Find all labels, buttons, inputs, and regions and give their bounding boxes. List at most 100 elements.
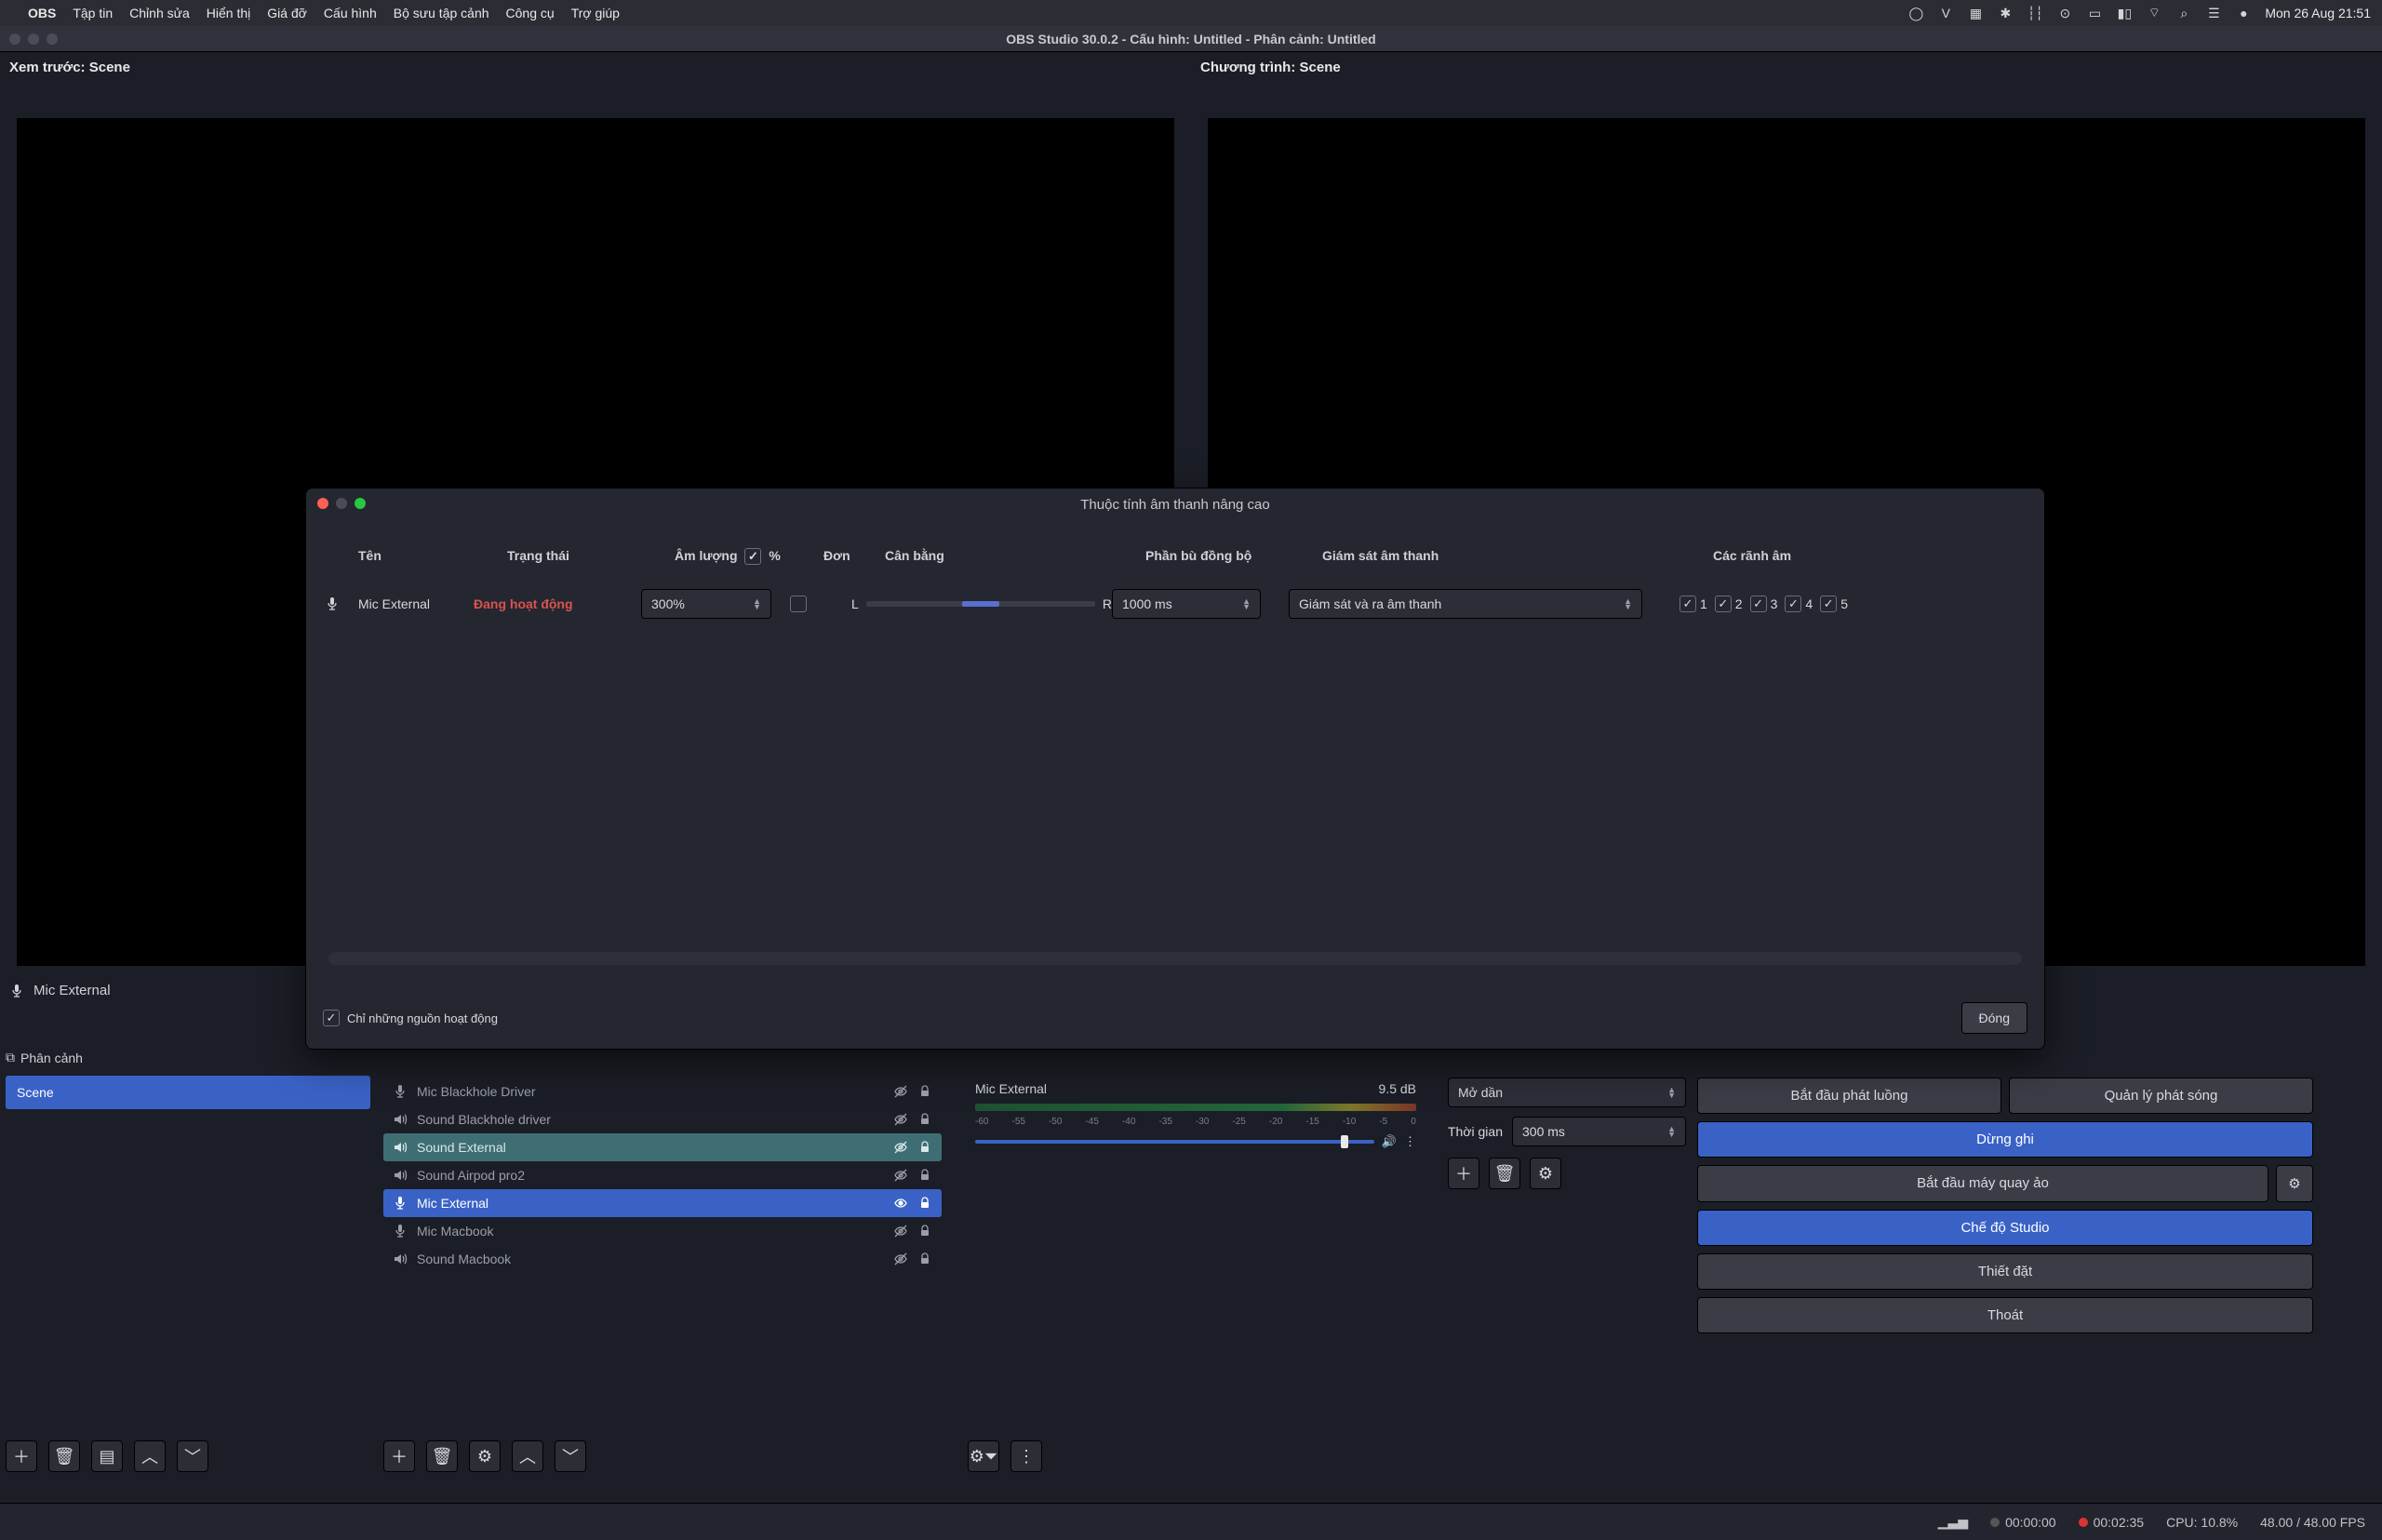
scene-up-button[interactable]: ︿ [134, 1440, 166, 1472]
add-source-button[interactable]: ＋ [383, 1440, 415, 1472]
track-checkbox[interactable] [1750, 596, 1767, 612]
tray-siri-icon[interactable]: ● [2235, 6, 2252, 20]
menubar-item[interactable]: Bộ sưu tập cảnh [394, 6, 489, 20]
visibility-toggle-icon[interactable] [893, 1168, 908, 1183]
tray-grid-icon[interactable]: ▦ [1967, 6, 1984, 21]
track-checkbox[interactable] [1785, 596, 1801, 612]
visibility-toggle-icon[interactable] [893, 1112, 908, 1127]
source-item[interactable]: Mic Blackhole Driver [383, 1078, 942, 1105]
track-checkbox[interactable] [1715, 596, 1732, 612]
source-props-button[interactable]: ⚙ [469, 1440, 501, 1472]
speaker-icon[interactable]: 🔊 [1382, 1134, 1397, 1149]
tray-search-icon[interactable]: ⌕ [2175, 6, 2192, 21]
mixer-menu-button[interactable]: ⋮ [1404, 1134, 1416, 1149]
visibility-toggle-icon[interactable] [893, 1224, 908, 1239]
mixer-settings-button[interactable]: ⚙⏷ [968, 1440, 999, 1472]
transition-add-button[interactable]: ＋ [1448, 1158, 1479, 1189]
transition-type-select[interactable]: Mở dần ▲▼ [1448, 1078, 1686, 1107]
virtual-cam-settings-button[interactable]: ⚙ [2276, 1165, 2313, 1202]
minimize-window-icon[interactable] [28, 33, 39, 45]
source-item[interactable]: Sound Blackhole driver [383, 1105, 942, 1133]
settings-button[interactable]: Thiết đặt [1697, 1253, 2313, 1290]
source-item[interactable]: Mic Macbook [383, 1217, 942, 1245]
speaker-icon [393, 1168, 408, 1183]
add-scene-button[interactable]: ＋ [6, 1440, 37, 1472]
volume-input[interactable]: 300%▲▼ [641, 589, 771, 619]
visibility-toggle-icon[interactable] [893, 1252, 908, 1266]
menubar-item[interactable]: Giá đỡ [267, 6, 307, 20]
modal-scrollbar[interactable] [328, 952, 2022, 965]
lock-icon[interactable] [917, 1112, 932, 1127]
remove-scene-button[interactable]: 🗑 [48, 1440, 80, 1472]
mixer-menu-button[interactable]: ⋮ [1010, 1440, 1042, 1472]
visibility-toggle-icon[interactable] [893, 1140, 908, 1155]
scene-down-button[interactable]: ﹀ [177, 1440, 208, 1472]
menubar-clock[interactable]: Mon 26 Aug 21:51 [2265, 6, 2371, 20]
tray-display-icon[interactable]: ▭ [2086, 6, 2103, 21]
lock-icon[interactable] [917, 1224, 932, 1239]
source-up-button[interactable]: ︿ [512, 1440, 543, 1472]
tray-bluetooth-icon[interactable]: ✱ [1997, 6, 2014, 21]
row-name: Mic External [358, 596, 474, 611]
remove-source-button[interactable]: 🗑 [426, 1440, 458, 1472]
close-window-icon[interactable] [9, 33, 20, 45]
transition-props-button[interactable]: ⚙ [1530, 1158, 1561, 1189]
source-item[interactable]: Sound External [383, 1133, 942, 1161]
scene-filter-button[interactable]: ▤ [91, 1440, 123, 1472]
tray-wifi-icon[interactable]: ⌔ [2146, 5, 2162, 21]
scene-item[interactable]: Scene [6, 1076, 370, 1109]
lock-icon[interactable] [917, 1084, 932, 1099]
transition-duration-input[interactable]: 300 ms ▲▼ [1512, 1117, 1686, 1146]
lock-icon[interactable] [917, 1196, 932, 1211]
track-checkbox[interactable] [1679, 596, 1696, 612]
source-name: Sound Blackhole driver [417, 1112, 884, 1127]
stop-recording-button[interactable]: Dừng ghi [1697, 1121, 2313, 1158]
visibility-toggle-icon[interactable] [893, 1196, 908, 1211]
visibility-toggle-icon[interactable] [893, 1084, 908, 1099]
source-item[interactable]: Sound Airpod pro2 [383, 1161, 942, 1189]
lock-icon[interactable] [917, 1168, 932, 1183]
mixer-source-name: Mic External [975, 1081, 1047, 1096]
source-item[interactable]: Sound Macbook [383, 1245, 942, 1273]
lock-icon[interactable] [917, 1252, 932, 1266]
studio-mode-button[interactable]: Chế độ Studio [1697, 1210, 2313, 1246]
transition-type-value: Mở dần [1458, 1085, 1503, 1100]
balance-slider[interactable] [866, 601, 1095, 607]
scenes-dock-header[interactable]: ⧉ Phân cảnh [6, 1050, 83, 1065]
active-only-checkbox[interactable] [323, 1010, 340, 1026]
transition-duration-value: 300 ms [1522, 1124, 1565, 1139]
menubar-item[interactable]: Cấu hình [324, 6, 377, 20]
tray-battery-icon[interactable]: ▮▯ [2116, 6, 2133, 21]
audio-monitoring-select[interactable]: Giám sát và ra âm thanh▲▼ [1289, 589, 1642, 619]
tray-play-icon[interactable]: ⊙ [2056, 6, 2073, 21]
sync-offset-input[interactable]: 1000 ms▲▼ [1112, 589, 1261, 619]
menubar-item[interactable]: Tập tin [73, 6, 113, 20]
start-streaming-button[interactable]: Bắt đầu phát luồng [1697, 1078, 2001, 1114]
modal-close-button[interactable]: Đóng [1961, 1002, 2027, 1034]
source-down-button[interactable]: ﹀ [555, 1440, 586, 1472]
tray-obs-icon[interactable]: ◯ [1907, 6, 1924, 21]
menubar-item[interactable]: Chỉnh sửa [129, 6, 190, 20]
network-icon: ▁▃▅ [1938, 1514, 1968, 1530]
menubar-item[interactable]: Hiển thị [207, 6, 250, 20]
modal-minimize-icon[interactable] [336, 498, 347, 509]
tray-tune-icon[interactable]: ┆┆ [2027, 6, 2043, 21]
menubar-app[interactable]: OBS [28, 6, 56, 20]
maximize-window-icon[interactable] [47, 33, 58, 45]
volume-pct-toggle[interactable] [744, 548, 761, 565]
tray-v-icon[interactable]: V [1937, 6, 1954, 20]
start-virtual-cam-button[interactable]: Bắt đầu máy quay ảo [1697, 1165, 2268, 1202]
lock-icon[interactable] [917, 1140, 932, 1155]
track-checkbox[interactable] [1820, 596, 1837, 612]
menubar-item[interactable]: Trợ giúp [571, 6, 620, 20]
mono-checkbox[interactable] [790, 596, 807, 612]
source-item[interactable]: Mic External [383, 1189, 942, 1217]
transition-remove-button[interactable]: 🗑 [1489, 1158, 1520, 1189]
menubar-item[interactable]: Công cụ [506, 6, 555, 20]
tray-control-center-icon[interactable]: ☰ [2205, 6, 2222, 21]
manage-broadcast-button[interactable]: Quản lý phát sóng [2009, 1078, 2313, 1114]
modal-close-icon[interactable] [317, 498, 328, 509]
exit-button[interactable]: Thoát [1697, 1297, 2313, 1333]
modal-maximize-icon[interactable] [355, 498, 366, 509]
volume-slider[interactable] [975, 1140, 1374, 1144]
